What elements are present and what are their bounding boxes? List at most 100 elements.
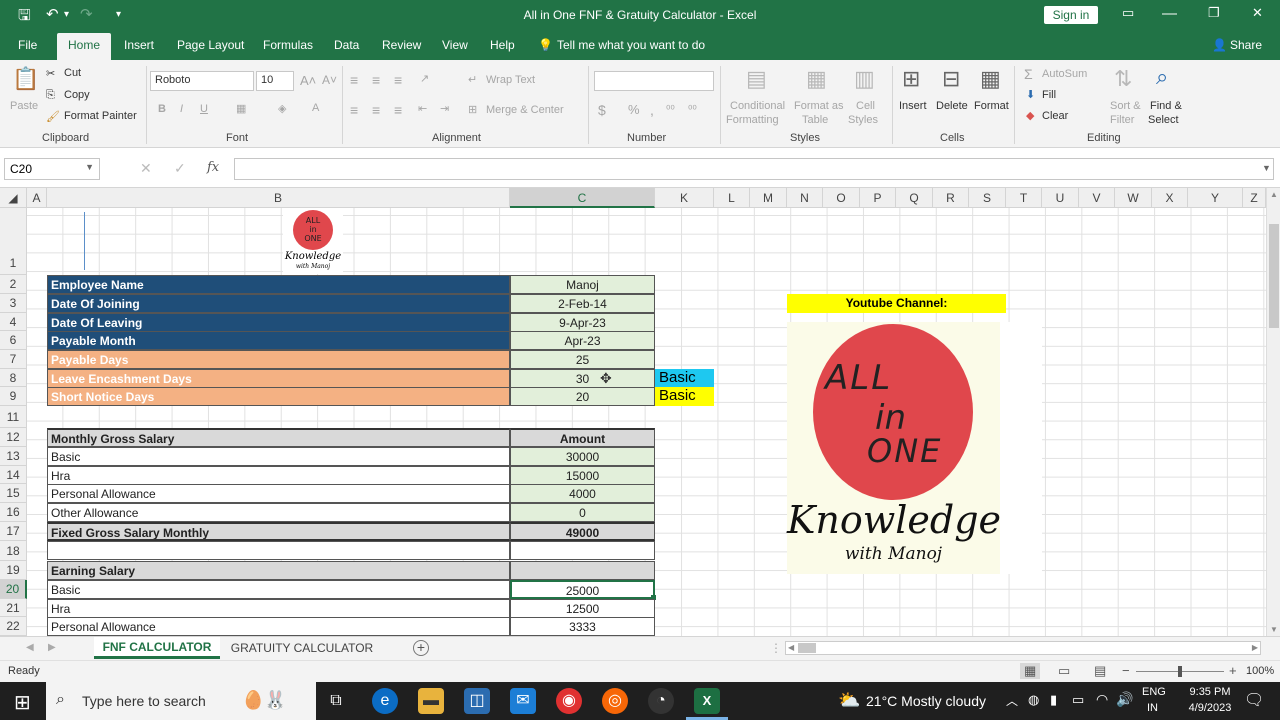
language-line1[interactable]: ENG [1142,686,1166,698]
format-as-table-label-1[interactable]: Format as [794,100,844,112]
zoom-level[interactable]: 100% [1246,665,1274,677]
align-bottom-icon[interactable]: ≡ [394,72,402,88]
row-header-17[interactable]: 17 [0,522,27,541]
salary-personal-allowance-value[interactable]: 4000 [510,484,655,503]
vertical-scroll-thumb[interactable] [1269,224,1279,328]
column-header-c[interactable]: C [510,188,655,208]
salary-basic-value[interactable]: 30000 [510,447,655,466]
column-header-n[interactable]: N [787,188,823,208]
cut-button[interactable]: Cut [64,67,81,79]
chrome-icon[interactable]: ◉ [556,688,582,714]
align-center-icon[interactable]: ≡ [372,102,380,118]
column-header-x[interactable]: X [1152,188,1188,208]
add-sheet-icon[interactable]: + [413,640,429,656]
menu-formulas[interactable]: Formulas [263,38,313,52]
page-break-view-icon[interactable]: ▤ [1094,663,1106,679]
paste-icon[interactable]: 📋 [12,66,39,92]
sort-filter-label-2[interactable]: Filter [1110,114,1134,126]
volume-icon[interactable]: 🔊 [1116,691,1133,708]
column-header-s[interactable]: S [969,188,1006,208]
row-header-3[interactable]: 3 [0,294,27,313]
menu-data[interactable]: Data [334,38,359,52]
wifi-icon[interactable]: ◠ [1096,691,1108,708]
row-header-9[interactable]: 9 [0,387,27,406]
meet-icon[interactable]: ◍ [1028,692,1039,708]
date-of-joining-value[interactable]: 2-Feb-14 [510,294,655,313]
menu-page-layout[interactable]: Page Layout [177,38,244,52]
earning-hra-value[interactable]: 12500 [510,599,655,618]
increase-indent-icon[interactable]: ⇥ [440,102,449,115]
clock-time[interactable]: 9:35 PM [1180,686,1240,698]
fill-color-icon[interactable]: ◈ [278,102,286,115]
store-icon[interactable]: ◫ [464,688,490,714]
borders-icon[interactable]: ▦ [236,102,246,115]
cell-styles-icon[interactable]: ▥ [854,66,875,92]
share-button[interactable]: Share [1230,38,1262,52]
row-header-20[interactable]: 20 [0,580,27,599]
find-select-icon[interactable]: ⌕ [1156,64,1168,90]
sort-filter-icon[interactable]: ⇅ [1114,66,1132,92]
name-box[interactable]: C20 ▼ [4,158,100,180]
row-header-16[interactable]: 16 [0,503,27,522]
file-explorer-icon[interactable]: ▬ [418,688,444,714]
insert-function-icon[interactable]: fx [207,160,219,175]
decrease-font-icon[interactable]: A˅ [322,73,337,87]
row-header-4[interactable]: 4 [0,313,27,331]
fill-button[interactable]: Fill [1042,89,1056,101]
scroll-up-icon[interactable]: ▲ [1270,190,1278,199]
scroll-left-icon[interactable]: ◀ [788,643,794,652]
tab-scroll-left-icon[interactable]: ◀ [26,642,34,653]
close-button[interactable]: ✕ [1252,5,1263,21]
clock-date[interactable]: 4/9/2023 [1178,702,1242,714]
page-layout-view-icon[interactable]: ▭ [1058,663,1070,679]
decrease-decimal-icon[interactable]: ⁰⁰ [688,103,697,116]
row-header-12[interactable]: 12 [0,428,27,447]
empty-row-18-b[interactable] [47,541,510,560]
delete-cells-button[interactable]: Delete [936,100,968,112]
row-header-11[interactable]: 11 [0,406,27,428]
cell-styles-label-1[interactable]: Cell [856,100,875,112]
horizontal-scrollbar[interactable]: ◀ ▶ [785,641,1261,655]
notifications-icon[interactable]: 🗨 [1244,690,1264,710]
find-select-label-1[interactable]: Find & [1150,100,1182,112]
row-header-18[interactable]: 18 [0,541,27,561]
tab-fnf-calculator[interactable]: FNF CALCULATOR [94,637,220,659]
paste-button[interactable]: Paste [10,100,38,112]
column-header-l[interactable]: L [714,188,750,208]
increase-font-icon[interactable]: A˄ [300,73,316,88]
column-header-k[interactable]: K [655,188,714,208]
short-notice-basis-tag[interactable]: Basic [655,387,714,406]
row-header-19[interactable]: 19 [0,561,27,580]
column-header-y[interactable]: Y [1188,188,1243,208]
vertical-scrollbar[interactable]: ▲ ▼ [1266,188,1280,636]
menu-view[interactable]: View [442,38,468,52]
align-top-icon[interactable]: ≡ [350,72,358,88]
tab-scroll-right-icon[interactable]: ▶ [48,642,56,653]
tray-chevron-icon[interactable]: ︿ [1006,692,1018,709]
merge-center-icon[interactable]: ⊞ [468,103,477,116]
number-format-select[interactable] [594,71,714,91]
sort-filter-label-1[interactable]: Sort & [1110,100,1141,112]
format-cells-button[interactable]: Format [974,100,1009,112]
leave-encashment-days-value[interactable]: 30 [510,369,655,388]
align-middle-icon[interactable]: ≡ [372,72,380,88]
format-cells-icon[interactable]: ▦ [980,66,1001,92]
font-name-select[interactable]: Roboto [150,71,254,91]
increase-decimal-icon[interactable]: ⁰⁰ [666,103,675,116]
taskbar-search-box[interactable]: ⌕ Type here to search 🥚🐰 [46,682,316,720]
salary-other-allowance-value[interactable]: 0 [510,503,655,522]
row-header-21[interactable]: 21 [0,599,27,617]
menu-review[interactable]: Review [382,38,421,52]
insert-cells-icon[interactable]: ⊞ [902,66,920,92]
windows-start-icon[interactable]: ⊞ [14,690,31,715]
format-painter-button[interactable]: Format Painter [64,110,137,122]
row-header-14[interactable]: 14 [0,466,27,484]
column-header-m[interactable]: M [750,188,787,208]
minimize-button[interactable]: — [1162,5,1177,22]
merge-center-button[interactable]: Merge & Center [486,104,564,116]
earning-personal-allowance-value[interactable]: 3333 [510,617,655,636]
column-header-v[interactable]: V [1079,188,1115,208]
menu-help[interactable]: Help [490,38,515,52]
font-size-select[interactable]: 10 [256,71,294,91]
column-header-q[interactable]: Q [896,188,933,208]
